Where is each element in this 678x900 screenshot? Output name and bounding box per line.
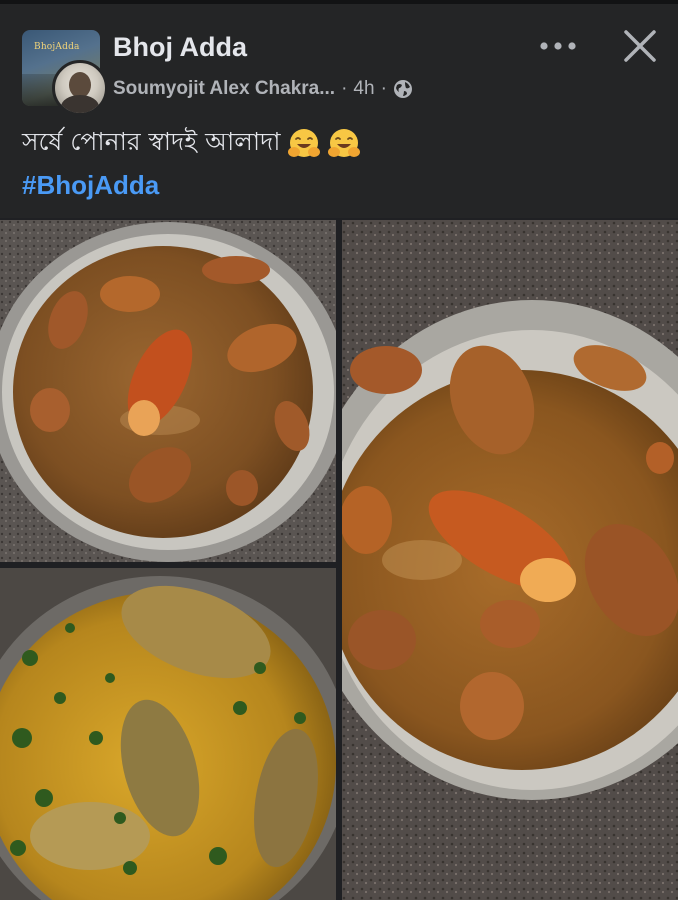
globe-icon[interactable] <box>393 79 413 99</box>
group-avatar-text: BhojAdda <box>34 42 80 52</box>
post-header: BhojAdda Bhoj Adda Soumyojit Alex Chakra… <box>0 4 678 218</box>
photo-prawn-curry-right[interactable] <box>342 220 678 900</box>
more-horizontal-icon[interactable] <box>539 34 577 58</box>
hugging-face-emoji-icon <box>327 128 360 157</box>
author-avatar-body <box>61 95 99 113</box>
hashtag-link[interactable]: #BhojAdda <box>22 170 159 201</box>
meta-separator: · <box>380 78 387 99</box>
photo-prawn-curry-top-left[interactable] <box>0 220 336 562</box>
post-text-content: সর্ষে পোনার স্বাদই আলাদা <box>22 127 281 156</box>
meta-separator: · <box>341 78 348 99</box>
hugging-face-emoji-icon <box>287 128 320 157</box>
post-time[interactable]: 4h <box>353 78 374 100</box>
close-icon[interactable] <box>620 26 660 66</box>
author-name[interactable]: Soumyojit Alex Chakra... <box>113 78 335 100</box>
photo-grid <box>0 218 678 900</box>
post-meta: Soumyojit Alex Chakra... · 4h · <box>113 76 413 102</box>
group-name[interactable]: Bhoj Adda <box>113 32 247 63</box>
post-text: সর্ষে পোনার স্বাদই আলাদা <box>22 122 361 165</box>
author-avatar[interactable] <box>52 60 108 116</box>
photo-mustard-fish-curry[interactable] <box>0 568 336 900</box>
